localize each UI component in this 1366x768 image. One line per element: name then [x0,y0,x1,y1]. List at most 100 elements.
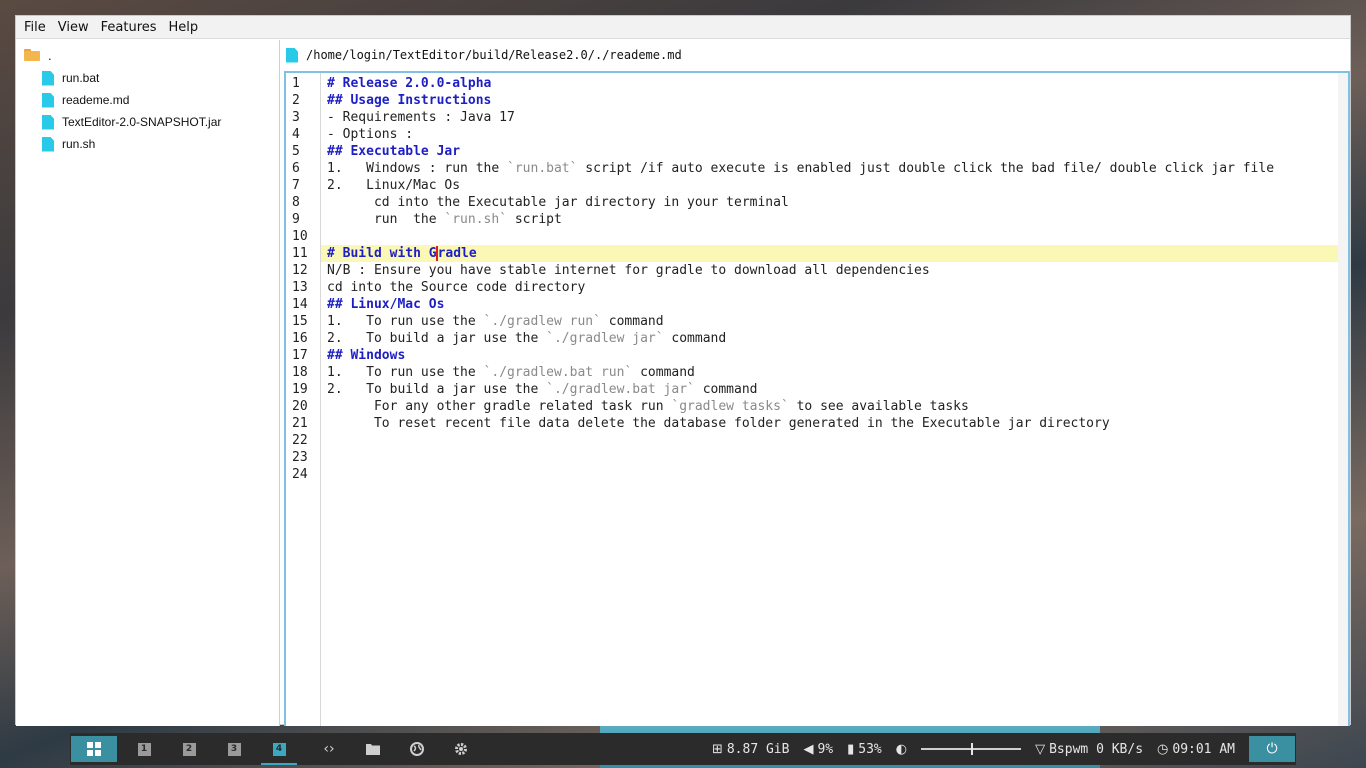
line-number: 12 [292,263,308,278]
line-number: 1 [292,76,300,91]
code-line[interactable]: # Release 2.0.0-alpha [321,75,1338,92]
speaker-icon: ◀ [803,741,814,757]
tree-item-jar[interactable]: TextEditor-2.0-SNAPSHOT.jar [42,112,221,132]
code-line[interactable]: N/B : Ensure you have stable internet fo… [321,262,1338,279]
file-tree-sidebar: . run.bat reademe.md TextEditor-2.0-SNAP… [16,40,280,726]
menu-features[interactable]: Features [95,17,163,38]
code-line[interactable]: - Options : [321,126,1338,143]
brightness-slider[interactable] [921,743,1022,755]
taskbar: 1 2 3 4 ‹› ⊞ 8.87 GiB ◀ 9% ▮ 53% ◐ ▽ Bsp… [70,733,1296,765]
line-number: 9 [292,212,300,227]
code-line[interactable]: 1. Windows : run the `run.bat` script /i… [321,160,1338,177]
tree-item-label: run.bat [62,71,100,85]
line-number: 11 [292,246,308,261]
vertical-scrollbar[interactable] [1338,73,1348,726]
line-number: 19 [292,382,308,397]
volume-value: 9% [817,741,834,757]
line-number: 18 [292,365,308,380]
line-number: 10 [292,229,308,244]
line-number: 15 [292,314,308,329]
system-tray: ⊞ 8.87 GiB ◀ 9% ▮ 53% ◐ ▽ Bspwm 0 KB/s ◷… [712,733,1296,765]
file-icon [42,70,54,86]
folder-open-icon [24,49,40,61]
code-line[interactable] [321,432,1338,449]
network-indicator[interactable]: ▽ Bspwm 0 KB/s [1035,742,1143,757]
code-line[interactable] [321,449,1338,466]
code-line[interactable] [321,466,1338,483]
start-button[interactable] [71,736,117,762]
text-editor-window: File View Features Help . run.bat readem… [15,15,1351,726]
battery-indicator[interactable]: ▮ 53% [847,742,882,757]
tree-item-label: TextEditor-2.0-SNAPSHOT.jar [62,115,222,129]
menu-file[interactable]: File [18,17,52,38]
memory-value: 8.87 GiB [726,741,790,757]
tree-item-reademe-md[interactable]: reademe.md [42,90,129,110]
code-line[interactable]: run the `run.sh` script [321,211,1338,228]
code-line[interactable]: # Build with Gradle [321,245,1338,262]
line-number: 5 [292,144,300,159]
workspace-3[interactable]: 3 [216,733,252,765]
code-editor[interactable]: 1 2 3 4 5 6 7 8 9 10 11 12 13 14 15 16 17 18 19 20 21 22 23 24 … [284,71,1350,726]
network-value: Bspwm 0 KB/s [1049,741,1144,757]
workspace-label: 3 [227,742,241,756]
power-button[interactable]: ⏻ [1249,736,1295,762]
globe-icon[interactable] [395,733,439,765]
code-line[interactable] [321,228,1338,245]
grid-icon [87,742,101,756]
folder-icon[interactable] [351,733,395,765]
line-number: 24 [292,467,308,482]
code-line[interactable]: To reset recent file data delete the dat… [321,415,1338,432]
line-number-gutter: 1 2 3 4 5 6 7 8 9 10 11 12 13 14 15 16 17 18 19 20 21 22 23 24 [286,73,321,726]
brightness-control[interactable]: ◐ [896,742,1022,757]
line-number: 21 [292,416,308,431]
code-line[interactable]: 2. Linux/Mac Os [321,177,1338,194]
line-number: 6 [292,161,300,176]
tree-item-label: reademe.md [62,93,130,107]
code-icon[interactable]: ‹› [307,733,351,765]
code-line[interactable]: ## Executable Jar [321,143,1338,160]
tree-item-label: run.sh [62,137,96,151]
code-line[interactable]: cd into the Executable jar directory in … [321,194,1338,211]
workspace-4[interactable]: 4 [261,733,297,765]
code-line[interactable]: - Requirements : Java 17 [321,109,1338,126]
editor-tab-path[interactable]: /home/login/TextEditor/build/Release2.0/… [282,42,1350,68]
line-number: 14 [292,297,308,312]
menubar: File View Features Help [16,16,1350,39]
code-line[interactable]: 2. To build a jar use the `./gradlew jar… [321,330,1338,347]
code-area[interactable]: # Release 2.0.0-alpha ## Usage Instructio… [321,73,1338,726]
tree-item-run-sh[interactable]: run.sh [42,134,95,154]
line-number: 13 [292,280,308,295]
brightness-slider-knob[interactable] [971,743,974,755]
code-line[interactable]: 1. To run use the `./gradlew run` comman… [321,313,1338,330]
line-number: 20 [292,399,308,414]
workspace-label: 2 [182,742,196,756]
file-icon [42,114,54,130]
line-number: 17 [292,348,308,363]
file-icon [286,47,298,63]
menu-help[interactable]: Help [163,17,205,38]
clock[interactable]: ◷ 09:01 AM [1157,742,1235,757]
line-number: 7 [292,178,300,193]
workspace-1[interactable]: 1 [126,733,162,765]
tree-item-run-bat[interactable]: run.bat [42,68,99,88]
menu-view[interactable]: View [52,17,95,38]
workspace-2[interactable]: 2 [171,733,207,765]
chip-icon: ⊞ [711,741,723,757]
workspace-label: 4 [272,742,286,756]
tree-root-label: . [48,47,52,63]
code-line[interactable]: ## Linux/Mac Os [321,296,1338,313]
code-line[interactable]: cd into the Source code directory [321,279,1338,296]
battery-icon: ▮ [847,741,855,757]
code-line[interactable]: For any other gradle related task run `g… [321,398,1338,415]
clock-value: 09:01 AM [1172,741,1235,757]
memory-indicator[interactable]: ⊞ 8.87 GiB [712,742,790,757]
code-line[interactable]: ## Usage Instructions [321,92,1338,109]
code-line[interactable]: 2. To build a jar use the `./gradlew.bat… [321,381,1338,398]
tree-root-folder[interactable]: . [24,46,52,64]
code-line[interactable]: 1. To run use the `./gradlew.bat run` co… [321,364,1338,381]
file-icon [42,92,54,108]
line-number: 23 [292,450,308,465]
gear-icon[interactable] [439,733,483,765]
code-line[interactable]: ## Windows [321,347,1338,364]
volume-indicator[interactable]: ◀ 9% [803,742,833,757]
